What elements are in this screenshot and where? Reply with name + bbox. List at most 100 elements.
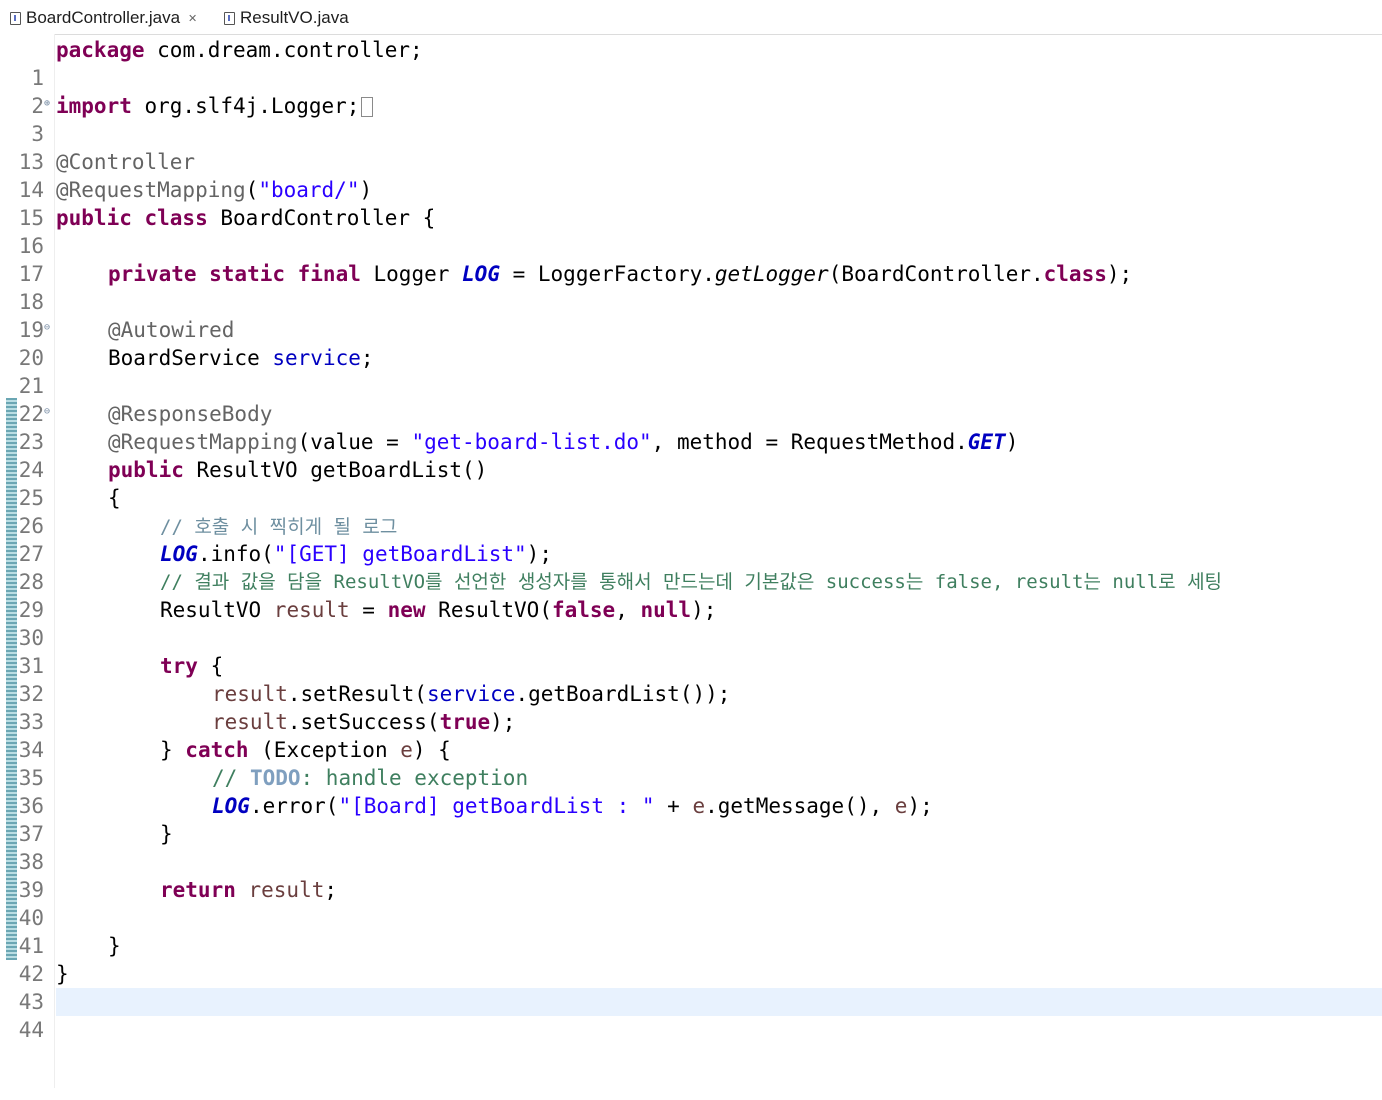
code-text: }: [160, 738, 186, 762]
local-variable: result: [235, 878, 325, 902]
code-text: = LoggerFactory.: [499, 262, 715, 286]
code-line: 36 // TODO: handle exception: [0, 764, 1382, 818]
code-text: }: [160, 822, 173, 846]
tab-label: BoardController.java: [26, 8, 181, 27]
code-text: );: [1106, 262, 1133, 286]
code-line: 39: [0, 848, 1382, 902]
code-line: 26 {: [0, 484, 1382, 538]
annotation: @Autowired: [108, 318, 235, 342]
code-text: Logger: [360, 262, 463, 286]
code-line: 16 public class BoardController {: [0, 204, 1382, 258]
code-line: 42 }: [0, 932, 1382, 986]
code-text: .info(: [197, 542, 274, 566]
code-text: ,: [615, 598, 641, 622]
close-icon[interactable]: ✕: [188, 12, 197, 25]
code-text: (Exception: [248, 738, 401, 762]
code-line: 43 }: [0, 960, 1382, 1014]
keyword: null: [640, 598, 692, 622]
code-line: 28 LOG.info("[GET] getBoardList");: [0, 540, 1382, 594]
comment: // 호출 시 찍히게 될 로그: [160, 516, 398, 538]
code-line: 14 @Controller: [0, 148, 1382, 202]
code-line: 21 BoardService service;: [0, 344, 1382, 398]
string-literal: "get-board-list.do": [411, 430, 652, 454]
collapse-fold-icon[interactable]: ⊖: [44, 316, 50, 340]
annotation: @ResponseBody: [108, 402, 273, 426]
code-line: 33 result.setResult(service.getBoardList…: [0, 680, 1382, 734]
keyword: public: [108, 458, 184, 482]
annotation: @Controller: [56, 150, 196, 174]
code-text: ;: [360, 346, 374, 370]
folded-imports-icon[interactable]: [361, 97, 374, 117]
code-line: 35 } catch (Exception e) {: [0, 736, 1382, 790]
code-line: 30 ResultVO result = new ResultVO(false,…: [0, 596, 1382, 650]
code-line: 18 private static final Logger LOG = Log…: [0, 260, 1382, 314]
code-text: +: [654, 794, 693, 818]
expand-fold-icon[interactable]: ⊕: [44, 92, 50, 116]
collapse-fold-icon[interactable]: ⊖: [44, 400, 50, 424]
code-text: .setSuccess(: [287, 710, 440, 734]
code-text: org.slf4j.Logger;: [131, 94, 360, 118]
static-method: getLogger: [714, 262, 829, 286]
code-line: 34 result.setSuccess(true);: [0, 708, 1382, 762]
code-line: 23 ⊖ @ResponseBody: [0, 400, 1382, 454]
code-line: 25 public ResultVO getBoardList(): [0, 456, 1382, 510]
keyword: true: [439, 710, 491, 734]
code-text: .setResult(: [287, 682, 427, 706]
code-text: , method = RequestMethod.: [651, 430, 968, 454]
line-number: 44: [18, 1018, 44, 1042]
editor-tab-bar: BoardController.java ✕ ResultVO.java: [0, 0, 1382, 35]
code-text: BoardController {: [207, 206, 436, 230]
code-line: 1 package com.dream.controller;: [0, 36, 1382, 90]
code-text: (: [245, 178, 259, 202]
code-text: );: [907, 794, 933, 818]
current-code-line[interactable]: 44: [0, 988, 1382, 1042]
code-text: );: [691, 598, 717, 622]
comment: : handle exception: [300, 766, 529, 790]
code-line: 17: [0, 232, 1382, 286]
code-text: {: [197, 654, 224, 678]
todo-tag: TODO: [249, 766, 301, 790]
java-file-icon: [10, 11, 21, 25]
code-text: ResultVO getBoardList(): [183, 458, 488, 482]
code-text: (BoardController.: [828, 262, 1044, 286]
java-file-icon: [224, 11, 235, 25]
local-variable: e: [692, 794, 706, 818]
code-text: BoardService: [108, 346, 273, 370]
code-line: 22: [0, 372, 1382, 426]
keyword: catch: [185, 738, 249, 762]
comment: //: [212, 766, 250, 790]
annotation: @RequestMapping: [108, 430, 298, 454]
code-line: 27 // 호출 시 찍히게 될 로그: [0, 512, 1382, 566]
code-text: .getMessage(),: [705, 794, 895, 818]
code-line: 13: [0, 120, 1382, 174]
code-line: 24 @RequestMapping(value = "get-board-li…: [0, 428, 1382, 482]
code-line: 15 @RequestMapping("board/"): [0, 176, 1382, 230]
cursor-line-highlight[interactable]: [56, 988, 1382, 1016]
tab-resultvo[interactable]: ResultVO.java: [224, 8, 349, 28]
static-field: LOG: [212, 794, 250, 818]
code-line: 2: [0, 64, 1382, 118]
keyword: class: [1043, 262, 1107, 286]
tab-boardcontroller[interactable]: BoardController.java ✕: [10, 8, 197, 28]
code-text: .error(: [249, 794, 339, 818]
code-text: com.dream.controller;: [144, 38, 423, 62]
local-variable: result: [212, 710, 288, 734]
code-text: );: [526, 542, 552, 566]
static-field: GET: [967, 430, 1006, 454]
code-editor[interactable]: 1 package com.dream.controller; 2 3 ⊕ im…: [0, 34, 1382, 1088]
code-text: .getBoardList());: [515, 682, 731, 706]
code-line: 20 ⊖ @Autowired: [0, 316, 1382, 370]
code-line: 19: [0, 288, 1382, 342]
keyword: false: [551, 598, 616, 622]
code-line: 41: [0, 904, 1382, 958]
static-field: LOG: [160, 542, 198, 566]
code-line: 40 return result;: [0, 876, 1382, 930]
code-text: =: [349, 598, 388, 622]
code-text: ResultVO(: [425, 598, 552, 622]
code-text: ) {: [412, 738, 451, 762]
keyword: public class: [56, 206, 208, 230]
code-text: );: [490, 710, 516, 734]
keyword: private static final: [108, 262, 361, 286]
code-text: ): [359, 178, 373, 202]
string-literal: "[GET] getBoardList": [273, 542, 527, 566]
